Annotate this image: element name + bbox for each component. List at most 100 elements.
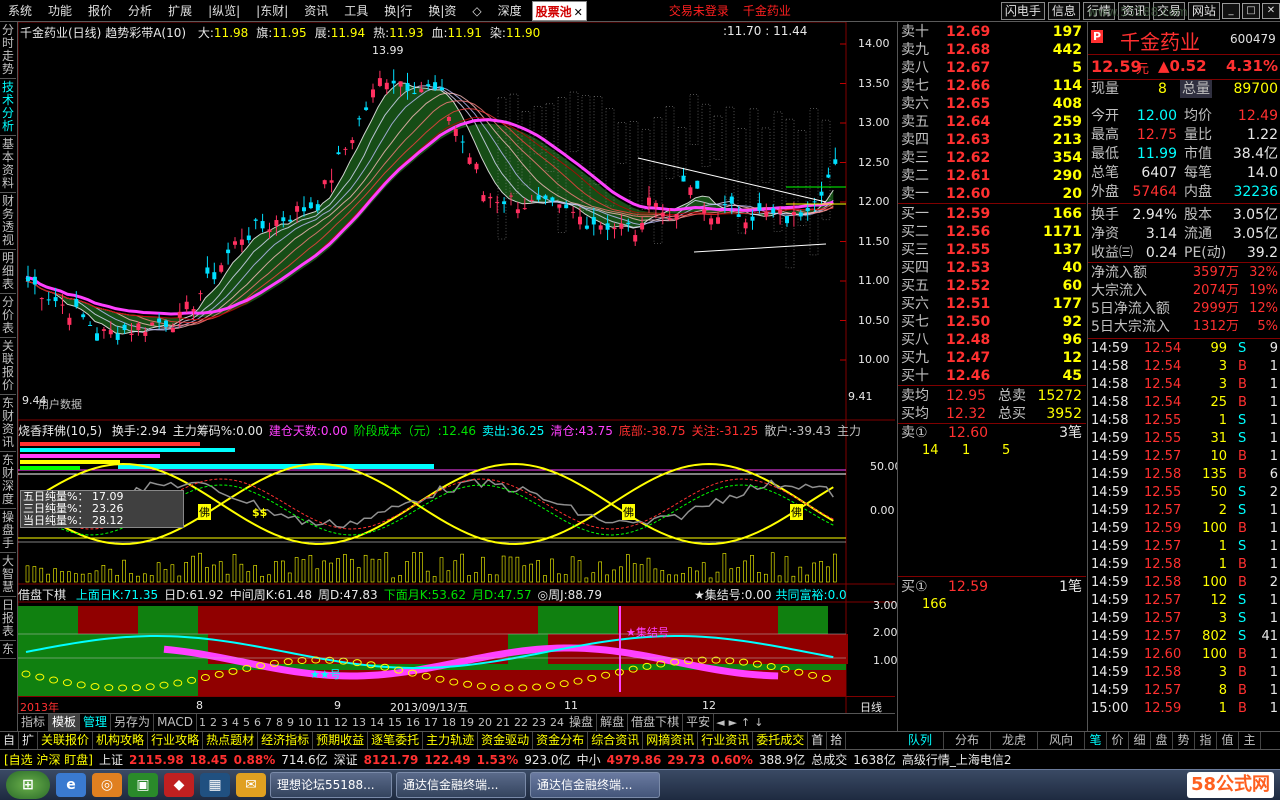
left-tab-7[interactable]: 东财资讯 <box>0 395 16 452</box>
template-number-19[interactable]: 19 <box>458 716 476 729</box>
func-button-4[interactable]: 行业攻略 <box>148 732 204 749</box>
scroll-right-icon[interactable]: ► <box>727 716 739 729</box>
func-button-7[interactable]: 预期收益 <box>313 732 369 749</box>
func-button-8[interactable]: 逐笔委托 <box>368 732 424 749</box>
template-number-9[interactable]: 9 <box>285 716 296 729</box>
right-tab-1[interactable]: 分布 <box>944 732 991 749</box>
sub1-name[interactable]: 烧香拜佛(10,5) <box>18 424 102 438</box>
template-number-11[interactable]: 11 <box>314 716 332 729</box>
mail-icon[interactable]: ✉ <box>236 773 266 797</box>
top-button-5[interactable]: 网站 <box>1187 1 1220 20</box>
template-number-3[interactable]: 3 <box>219 716 230 729</box>
right-tab-3[interactable]: 风向 <box>1038 732 1085 749</box>
explorer-icon[interactable]: ▦ <box>200 773 230 797</box>
menu-item-0[interactable]: 系统 <box>0 0 40 22</box>
stock-pool-button[interactable]: 股票池 ✕ <box>531 0 587 21</box>
left-tab-8[interactable]: 东财深度 <box>0 452 16 509</box>
func-button-9[interactable]: 主力轨迹 <box>423 732 479 749</box>
menu-item-12[interactable]: 深度 <box>490 0 530 22</box>
template-tab-2[interactable]: 管理 <box>80 714 112 731</box>
menu-item-4[interactable]: 扩展 <box>160 0 200 22</box>
template-number-10[interactable]: 10 <box>296 716 314 729</box>
left-tab-6[interactable]: 关联报价 <box>0 338 16 395</box>
func-button-17[interactable]: 拾 <box>827 732 847 749</box>
login-status[interactable]: 交易未登录 <box>669 2 729 19</box>
template-tail-2[interactable]: 借盘下棋 <box>628 714 684 731</box>
close-icon[interactable]: ✕ <box>574 6 583 19</box>
menu-item-8[interactable]: 工具 <box>336 0 376 22</box>
buy-level-8[interactable]: 买八 12.48 96 <box>898 331 1086 349</box>
sell-level-7[interactable]: 卖七 12.66 114 <box>898 77 1086 95</box>
template-number-21[interactable]: 21 <box>494 716 512 729</box>
buy-level-3[interactable]: 买三 12.55 137 <box>898 241 1086 259</box>
template-number-4[interactable]: 4 <box>230 716 241 729</box>
sell-level-4[interactable]: 卖四 12.63 213 <box>898 131 1086 149</box>
func-button-0[interactable]: 自 <box>0 732 20 749</box>
menu-item-5[interactable]: |纵览| <box>200 0 248 22</box>
template-tab-3[interactable]: 另存为 <box>111 714 155 731</box>
buy-level-7[interactable]: 买七 12.50 92 <box>898 313 1086 331</box>
template-number-8[interactable]: 8 <box>274 716 285 729</box>
template-number-13[interactable]: 13 <box>350 716 368 729</box>
right-tab-2[interactable]: 龙虎 <box>991 732 1038 749</box>
menu-item-6[interactable]: |东财| <box>248 0 296 22</box>
func-button-12[interactable]: 综合资讯 <box>588 732 644 749</box>
func-button-16[interactable]: 首 <box>808 732 828 749</box>
menu-item-2[interactable]: 报价 <box>80 0 120 22</box>
template-number-14[interactable]: 14 <box>368 716 386 729</box>
top-button-1[interactable]: 信息 <box>1047 1 1080 20</box>
template-tab-1[interactable]: 模板 <box>49 714 81 731</box>
browser-icon[interactable]: e <box>56 773 86 797</box>
template-number-22[interactable]: 22 <box>512 716 530 729</box>
top-button-0[interactable]: 闪电手 <box>1000 1 1045 20</box>
left-tab-4[interactable]: 明细表 <box>0 250 16 294</box>
template-number-17[interactable]: 17 <box>422 716 440 729</box>
right-mini-tab-2[interactable]: 细 <box>1129 732 1151 749</box>
left-tab-10[interactable]: 大智慧 <box>0 553 16 597</box>
sell-level-3[interactable]: 卖三 12.62 354 <box>898 149 1086 167</box>
menu-item-11[interactable]: ◇ <box>464 0 489 22</box>
template-number-23[interactable]: 23 <box>530 716 548 729</box>
arrow-up-icon[interactable]: ↑ <box>739 716 752 729</box>
left-tab-12[interactable]: 东 <box>0 641 16 659</box>
buy-level-4[interactable]: 买四 12.53 40 <box>898 259 1086 277</box>
sell-level-9[interactable]: 卖九 12.68 442 <box>898 41 1086 59</box>
left-tab-5[interactable]: 分价表 <box>0 294 16 338</box>
template-number-20[interactable]: 20 <box>476 716 494 729</box>
func-button-2[interactable]: 关联报价 <box>38 732 94 749</box>
technical-chart[interactable]: 千金药业(日线) 趋势彩带A(10) 大:11.98 旗:11.95 展:11.94… <box>18 22 902 714</box>
start-button-icon[interactable]: ⊞ <box>6 771 50 799</box>
indicator-name[interactable]: 趋势彩带A(10) <box>105 26 186 40</box>
right-mini-tab-0[interactable]: 笔 <box>1085 732 1107 749</box>
right-mini-tab-3[interactable]: 盘 <box>1151 732 1173 749</box>
right-mini-tab-4[interactable]: 势 <box>1173 732 1195 749</box>
menu-item-3[interactable]: 分析 <box>120 0 160 22</box>
buy-level-10[interactable]: 买十 12.46 45 <box>898 367 1086 385</box>
template-number-2[interactable]: 2 <box>208 716 219 729</box>
func-button-15[interactable]: 委托成交 <box>753 732 809 749</box>
template-tail-3[interactable]: 平安 <box>683 714 715 731</box>
func-button-11[interactable]: 资金分布 <box>533 732 589 749</box>
buy-level-9[interactable]: 买九 12.47 12 <box>898 349 1086 367</box>
left-tab-3[interactable]: 财务透视 <box>0 193 16 250</box>
sell-level-8[interactable]: 卖八 12.67 5 <box>898 59 1086 77</box>
template-number-5[interactable]: 5 <box>241 716 252 729</box>
template-number-16[interactable]: 16 <box>404 716 422 729</box>
template-number-6[interactable]: 6 <box>252 716 263 729</box>
buy-level-1[interactable]: 买一 12.59 166 <box>898 205 1086 223</box>
sub2-name[interactable]: 借盘下棋 <box>18 588 66 602</box>
func-button-10[interactable]: 资金驱动 <box>478 732 534 749</box>
right-mini-tab-5[interactable]: 指 <box>1195 732 1217 749</box>
template-number-12[interactable]: 12 <box>332 716 350 729</box>
app-icon[interactable]: ▣ <box>128 773 158 797</box>
media-icon[interactable]: ◆ <box>164 773 194 797</box>
sell-level-10[interactable]: 卖十 12.69 197 <box>898 23 1086 41</box>
right-mini-tab-7[interactable]: 主 <box>1239 732 1261 749</box>
sell-level-1[interactable]: 卖一 12.60 20 <box>898 185 1086 203</box>
close-window-icon[interactable]: ✕ <box>1262 2 1280 19</box>
sell-level-6[interactable]: 卖六 12.65 408 <box>898 95 1086 113</box>
arrow-down-icon[interactable]: ↓ <box>752 716 765 729</box>
taskbar-window-1[interactable]: 通达信金融终端... <box>396 772 526 798</box>
maximize-icon[interactable]: □ <box>1242 2 1260 19</box>
func-button-13[interactable]: 网摘资讯 <box>643 732 699 749</box>
